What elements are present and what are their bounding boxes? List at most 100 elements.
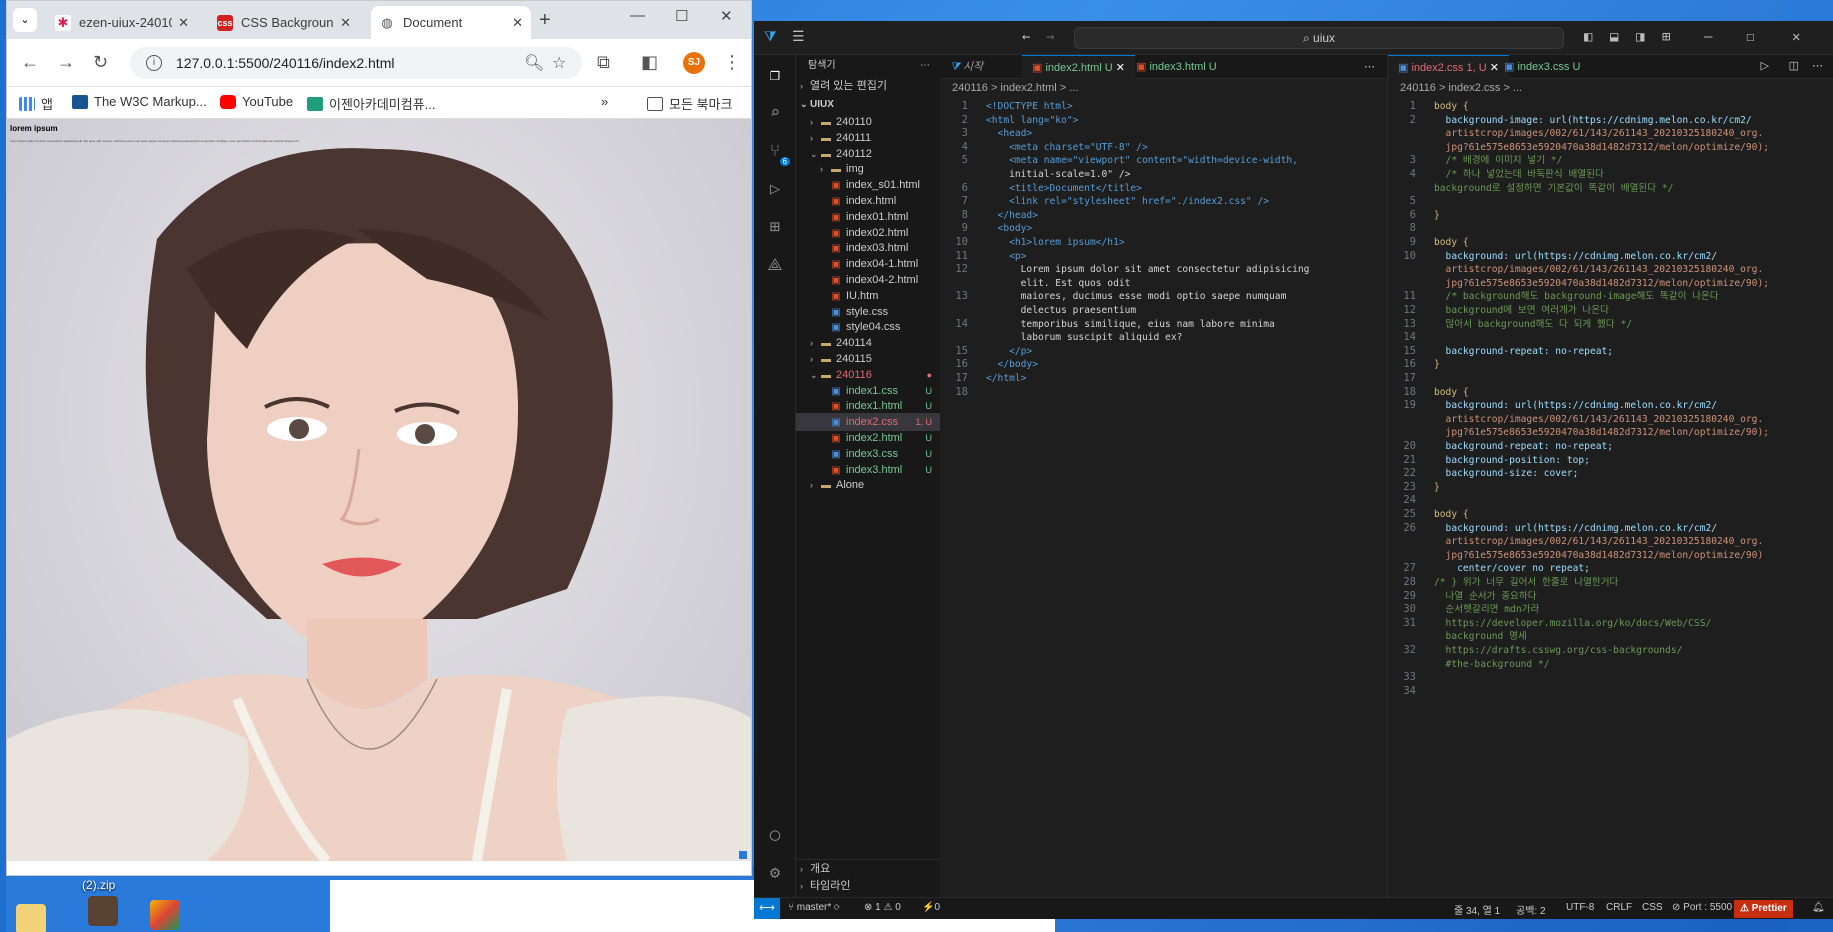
menu-icon[interactable]: ⋮ [723, 52, 741, 73]
workspace-root[interactable]: ⌄ UIUX [796, 95, 940, 113]
bookmark-apps[interactable]: 앱 [19, 94, 53, 113]
remote-indicator-icon[interactable]: ⟷ [754, 898, 780, 919]
bookmark-label: YouTube [242, 94, 294, 109]
site-info-icon[interactable]: i [146, 55, 162, 71]
toggle-secondary-icon[interactable]: ◨ [1636, 29, 1644, 45]
more-actions-icon[interactable]: ⋯ [920, 55, 930, 77]
extensions-icon[interactable]: ⧉ [597, 52, 610, 73]
back-icon[interactable]: ← [21, 52, 39, 73]
vscode-titlebar: ⧩ ☰ ← → ⌕ uiux ◧ ⬓ ◨ ⊞ — ☐ ✕ [754, 21, 1833, 55]
problems-status[interactable]: ⊗ 1 ⚠ 0 [864, 902, 901, 913]
line-number: 18 [955, 385, 968, 398]
encoding-status[interactable]: UTF-8 [1566, 902, 1594, 913]
remote-icon[interactable]: ⟁ [764, 255, 786, 277]
run-debug-icon[interactable]: ▷ [764, 179, 786, 201]
indentation-status[interactable]: 공백: 2 [1516, 902, 1546, 917]
explorer-icon[interactable]: ❐ [764, 65, 786, 87]
side-panel-icon[interactable]: ◧ [641, 52, 658, 73]
tab-index2-css[interactable]: ▣ index2.css 1, U ✕ [1388, 55, 1509, 79]
tab-index2-html[interactable]: ▣ index2.html U ✕ [1022, 55, 1136, 79]
notifications-icon[interactable]: 🔔︎ [1812, 902, 1825, 913]
folder-icon: ▬ [821, 480, 831, 492]
bookmark-ezen[interactable]: 이젠아카데미컴퓨... [307, 94, 436, 113]
tab-welcome[interactable]: ⧩ 시작 [940, 55, 993, 79]
open-editors-section[interactable]: › 열려 있는 편집기 [796, 77, 940, 95]
zoom-icon[interactable]: 🔍︎ [524, 53, 544, 73]
new-tab-button[interactable]: + [539, 9, 551, 32]
nav-back-icon[interactable]: ← [1022, 29, 1030, 45]
browser-tab-css-backgrounds[interactable]: css CSS Backgrounds ✕ [209, 6, 359, 39]
account-icon[interactable]: ◯ [764, 825, 786, 847]
cursor-position[interactable]: 줄 34, 열 1 [1454, 902, 1500, 917]
tree-item-label: index04-2.html [846, 274, 919, 286]
live-server-port[interactable]: ⊘ Port : 5500 [1672, 902, 1732, 913]
line-number: 5 [961, 154, 968, 167]
extensions-icon[interactable]: ⊞ [764, 217, 786, 239]
more-actions-icon[interactable]: ⋯ [1812, 59, 1823, 72]
eol-status[interactable]: CRLF [1606, 902, 1632, 913]
explorer-title: 탐색기 ⋯ [796, 55, 940, 77]
desktop-file-icon[interactable] [88, 896, 118, 926]
prettier-status[interactable]: ⚠ Prettier [1734, 900, 1793, 918]
close-tab-icon[interactable]: ✕ [340, 15, 351, 31]
minimize-icon[interactable]: — [630, 7, 645, 24]
bookmark-star-icon[interactable]: ☆ [552, 53, 566, 73]
w3c-icon [72, 94, 88, 109]
minimize-icon[interactable]: — [1704, 29, 1712, 45]
more-actions-icon[interactable]: ⋯ [1364, 60, 1375, 73]
toggle-sidebar-icon[interactable]: ◧ [1584, 29, 1592, 45]
outline-section[interactable]: › 개요 [796, 859, 940, 877]
tab-index3-css[interactable]: ▣ index3.css U [1494, 55, 1590, 79]
run-icon[interactable]: ▷ [1761, 59, 1769, 72]
close-tab-icon[interactable]: ✕ [178, 15, 189, 31]
search-icon[interactable]: ⌕ [764, 103, 786, 125]
language-status[interactable]: CSS [1642, 902, 1663, 913]
hamburger-menu-icon[interactable]: ☰ [792, 29, 805, 45]
layout-icon[interactable]: ⊞ [1662, 29, 1670, 45]
command-center-search[interactable]: ⌕ uiux [1074, 27, 1564, 49]
bookmark-youtube[interactable]: YouTube [220, 94, 293, 109]
css-editor-group: ▣ index2.css 1, U ✕ ▣ index3.css U ▷ ◫ ⋯… [1388, 55, 1833, 905]
portrait-illustration [7, 148, 751, 861]
source-control-icon[interactable]: ⑂ 6 [764, 141, 790, 166]
tree-item-label: 240110 [836, 116, 872, 128]
line-number: 12 [955, 263, 968, 276]
tab-index3-html[interactable]: ▣ index3.html U [1126, 55, 1227, 79]
profile-avatar[interactable]: SJ [683, 52, 705, 74]
scroll-indicator [739, 851, 747, 859]
nav-forward-icon[interactable]: → [1046, 29, 1054, 45]
ports-status[interactable]: ⚡0 [922, 902, 940, 913]
close-tab-icon[interactable]: ✕ [512, 15, 523, 31]
line-number: 34 [1403, 684, 1416, 697]
close-window-icon[interactable]: ✕ [1792, 29, 1800, 45]
maximize-icon[interactable]: ☐ [675, 7, 688, 25]
settings-gear-icon[interactable]: ⚙ [764, 863, 786, 885]
desktop-app-icon[interactable] [150, 900, 180, 930]
maximize-icon[interactable]: ☐ [1746, 29, 1754, 45]
close-window-icon[interactable]: ✕ [720, 7, 733, 25]
all-bookmarks[interactable]: 모든 북마크 [647, 94, 732, 113]
address-bar[interactable]: i 127.0.0.1:5500/240116/index2.html 🔍︎ ☆ [130, 47, 582, 79]
workspace-name: uiux [1313, 31, 1336, 45]
timeline-section[interactable]: › 타임라인 [796, 877, 940, 895]
line-number: 31 [1403, 616, 1416, 629]
desktop-zip-label[interactable]: (2).zip [82, 878, 115, 892]
forward-icon[interactable]: → [57, 52, 75, 73]
code-line: } [1434, 359, 1440, 371]
browser-tab-document[interactable]: ◍ Document ✕ [371, 6, 531, 39]
tab-search-button[interactable]: ⌄ [13, 8, 37, 32]
activity-bar: ❐ ⌕ ⑂ 6 ▷ ⊞ ⟁ ◯ ⚙ [754, 55, 796, 905]
reload-icon[interactable]: ↻ [93, 52, 108, 73]
toggle-panel-icon[interactable]: ⬓ [1610, 29, 1618, 45]
desktop-folder-icon[interactable] [16, 904, 46, 932]
branch-status[interactable]: ⑂ master* ⟳ [788, 902, 840, 913]
editor-tabs: ▣ index2.css 1, U ✕ ▣ index3.css U ▷ ◫ ⋯ [1388, 55, 1833, 79]
split-editor-icon[interactable]: ◫ [1789, 59, 1799, 72]
folder-item[interactable]: › ▬ Alone [796, 476, 940, 494]
tree-item-label: style.css [846, 305, 889, 318]
code-line: 많아서 background해도 다 되게 했다 */ [1434, 318, 1633, 330]
tree-item-label: index3.css [846, 447, 898, 460]
bookmarks-overflow[interactable]: » [601, 94, 608, 109]
browser-tab-slack[interactable]: ✱ ezen-uiux-240102 ✕ [47, 6, 197, 39]
bookmark-w3c[interactable]: The W3C Markup... [72, 94, 207, 109]
